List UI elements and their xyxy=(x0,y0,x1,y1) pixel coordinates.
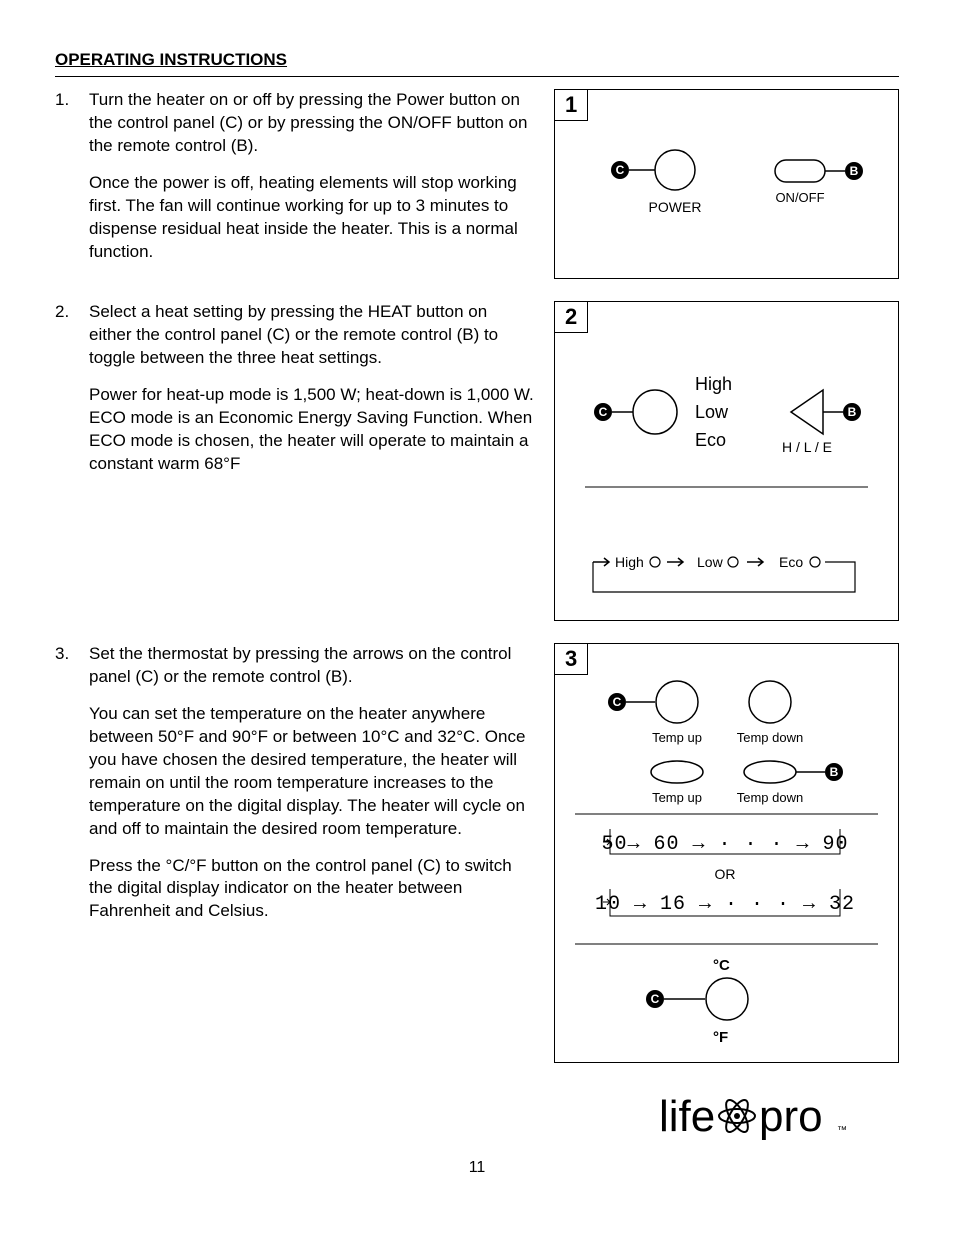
range-fahrenheit: 50→ 60 → · · · → 90 xyxy=(601,833,848,856)
brand-logo: life pro ™ xyxy=(55,1089,899,1149)
step-2-para-1: Select a heat setting by pressing the HE… xyxy=(89,301,534,370)
label-high: High xyxy=(695,374,732,394)
atom-icon xyxy=(719,1097,755,1135)
badge-c: C xyxy=(599,405,608,419)
logo-text-left: life xyxy=(659,1092,715,1141)
temp-down-panel-icon xyxy=(749,681,791,723)
figure-number: 3 xyxy=(554,643,588,675)
step-number: 3. xyxy=(55,643,89,937)
manual-page: OPERATING INSTRUCTIONS 1. Turn the heate… xyxy=(0,0,954,1217)
step-2: 2. Select a heat setting by pressing the… xyxy=(55,301,534,490)
label-low: Low xyxy=(695,402,729,422)
step-number: 2. xyxy=(55,301,89,490)
step-3-para-3: Press the °C/°F button on the control pa… xyxy=(89,855,534,924)
seq-high: High xyxy=(615,554,644,570)
row-step-3: 3. Set the thermostat by pressing the ar… xyxy=(55,643,899,1079)
badge-b: B xyxy=(848,405,857,419)
figure-3: 3 C Temp up Temp down B Temp up xyxy=(554,643,899,1063)
step-3-para-1: Set the thermostat by pressing the arrow… xyxy=(89,643,534,689)
badge-b: B xyxy=(830,765,839,779)
label-temp-up-2: Temp up xyxy=(652,790,702,805)
label-deg-f: °F xyxy=(713,1029,728,1046)
onoff-button-icon xyxy=(775,160,825,182)
seq-eco: Eco xyxy=(779,554,803,570)
figure-number: 2 xyxy=(554,301,588,333)
label-eco: Eco xyxy=(695,430,726,450)
temp-down-remote-icon xyxy=(744,761,796,783)
badge-c: C xyxy=(616,163,625,177)
remote-heat-button-icon xyxy=(791,390,823,434)
power-button-icon xyxy=(655,150,695,190)
label-temp-up-1: Temp up xyxy=(652,730,702,745)
heat-button-icon xyxy=(633,390,677,434)
label-deg-c: °C xyxy=(713,957,730,974)
power-label: POWER xyxy=(649,199,702,215)
label-temp-down-2: Temp down xyxy=(737,790,803,805)
range-celsius: 10 → 16 → · · · → 32 xyxy=(595,893,855,916)
row-step-2: 2. Select a heat setting by pressing the… xyxy=(55,301,899,637)
badge-b: B xyxy=(850,164,859,178)
row-step-1: 1. Turn the heater on or off by pressing… xyxy=(55,89,899,295)
page-number: 11 xyxy=(55,1159,899,1177)
unit-toggle-icon xyxy=(706,978,748,1020)
step-1: 1. Turn the heater on or off by pressing… xyxy=(55,89,534,278)
temp-up-panel-icon xyxy=(656,681,698,723)
svg-text:™: ™ xyxy=(837,1125,847,1136)
figure-number: 1 xyxy=(554,89,588,121)
badge-c: C xyxy=(613,695,622,709)
figure-2: 2 C High Low Eco B H / L / E xyxy=(554,301,899,621)
seq-low: Low xyxy=(697,554,724,570)
step-3: 3. Set the thermostat by pressing the ar… xyxy=(55,643,534,937)
step-1-para-2: Once the power is off, heating elements … xyxy=(89,172,534,264)
figure-3-svg: C Temp up Temp down B Temp up Temp down xyxy=(555,644,898,1062)
figure-1-svg: C POWER B ON/OFF xyxy=(555,90,898,278)
step-1-para-1: Turn the heater on or off by pressing th… xyxy=(89,89,534,158)
cycle-sequence: High Low Eco xyxy=(593,554,855,592)
logo-text-right: pro xyxy=(759,1092,823,1141)
step-3-para-2: You can set the temperature on the heate… xyxy=(89,703,534,841)
section-title: OPERATING INSTRUCTIONS xyxy=(55,50,899,77)
label-or: OR xyxy=(715,866,736,882)
label-hle: H / L / E xyxy=(782,439,832,455)
badge-c-2: C xyxy=(651,992,660,1006)
figure-1: 1 C POWER B ON/OFF xyxy=(554,89,899,279)
figure-2-svg: C High Low Eco B H / L / E xyxy=(555,302,898,620)
onoff-label: ON/OFF xyxy=(775,190,824,205)
step-2-para-2: Power for heat-up mode is 1,500 W; heat-… xyxy=(89,384,534,476)
temp-up-remote-icon xyxy=(651,761,703,783)
step-number: 1. xyxy=(55,89,89,278)
label-temp-down-1: Temp down xyxy=(737,730,803,745)
